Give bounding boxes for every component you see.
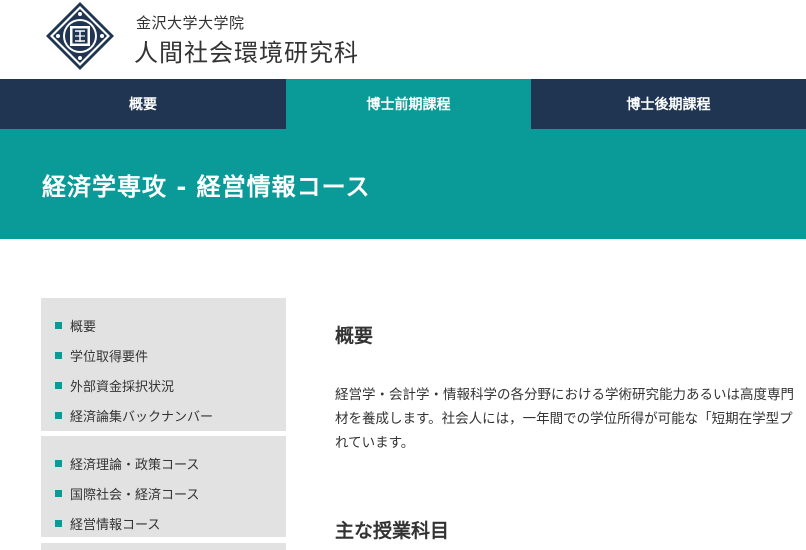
square-bullet-icon bbox=[55, 351, 62, 359]
sidebar-item-label: 外部資金採択状況 bbox=[70, 379, 175, 395]
square-bullet-icon bbox=[55, 381, 62, 389]
school-name[interactable]: 人間社会環境研究科 bbox=[134, 33, 359, 68]
sidebar-item-label: 概要 bbox=[70, 319, 97, 335]
square-bullet-icon bbox=[55, 519, 62, 527]
sidebar-item-overview[interactable]: 概要 bbox=[41, 310, 286, 340]
nav-item-doctoral-program[interactable]: 博士後期課程 bbox=[531, 79, 806, 129]
square-bullet-icon bbox=[55, 321, 62, 329]
sidebar-item-label: 学位取得要件 bbox=[70, 349, 149, 365]
sidebar-item-journal-archive[interactable]: 経済論集バックナンバー bbox=[41, 400, 286, 430]
sidebar-item-label: 経済論集バックナンバー bbox=[70, 409, 214, 425]
site-header: 金沢大学大学院 人間社会環境研究科 bbox=[0, 0, 806, 79]
sidebar-item-international-course[interactable]: 国際社会・経済コース bbox=[41, 478, 286, 508]
sidebar-item-label: 経済理論・政策コース bbox=[70, 457, 200, 473]
sidebar-item-label: 国際社会・経済コース bbox=[70, 487, 200, 503]
paragraph-line: 材を養成します。社会人には，一年間での学位所得が可能な「短期在学型プ bbox=[335, 411, 793, 427]
sidebar-item-degree-requirements[interactable]: 学位取得要件 bbox=[41, 340, 286, 370]
sidebar-item-management-info-course[interactable]: 経営情報コース bbox=[41, 508, 286, 538]
square-bullet-icon bbox=[55, 411, 62, 419]
page-title: 経済学専攻 - 経営情報コース bbox=[42, 173, 371, 201]
main-courses-heading: 主な授業科目 bbox=[335, 520, 450, 542]
square-bullet-icon bbox=[55, 459, 62, 467]
sidebar-group-courses: 経済理論・政策コース 国際社会・経済コース 経営情報コース bbox=[41, 436, 286, 537]
sidebar-group-general: 概要 学位取得要件 外部資金採択状況 経済論集バックナンバー bbox=[41, 298, 286, 431]
main-nav: 概要 博士前期課程 博士後期課程 bbox=[0, 79, 806, 129]
sidebar-item-external-funding[interactable]: 外部資金採択状況 bbox=[41, 370, 286, 400]
university-name: 金沢大学大学院 bbox=[136, 14, 245, 32]
nav-item-overview[interactable]: 概要 bbox=[0, 79, 286, 129]
overview-paragraph: 経営学・会計学・情報科学の各分野における学術研究能力あるいは高度専門 材を養成し… bbox=[335, 383, 806, 455]
page-banner: 経済学専攻 - 経営情報コース bbox=[0, 129, 806, 239]
sidebar-item-economic-theory-course[interactable]: 経済理論・政策コース bbox=[41, 448, 286, 478]
university-emblem-icon[interactable] bbox=[44, 0, 116, 72]
sidebar-item-label: 経営情報コース bbox=[70, 517, 161, 533]
paragraph-line: 経営学・会計学・情報科学の各分野における学術研究能力あるいは高度専門 bbox=[335, 387, 794, 403]
square-bullet-icon bbox=[55, 489, 62, 497]
overview-heading: 概要 bbox=[335, 325, 374, 347]
nav-item-masters-program[interactable]: 博士前期課程 bbox=[286, 79, 531, 129]
sidebar-group-next bbox=[41, 543, 286, 550]
paragraph-line: れています。 bbox=[335, 435, 415, 451]
